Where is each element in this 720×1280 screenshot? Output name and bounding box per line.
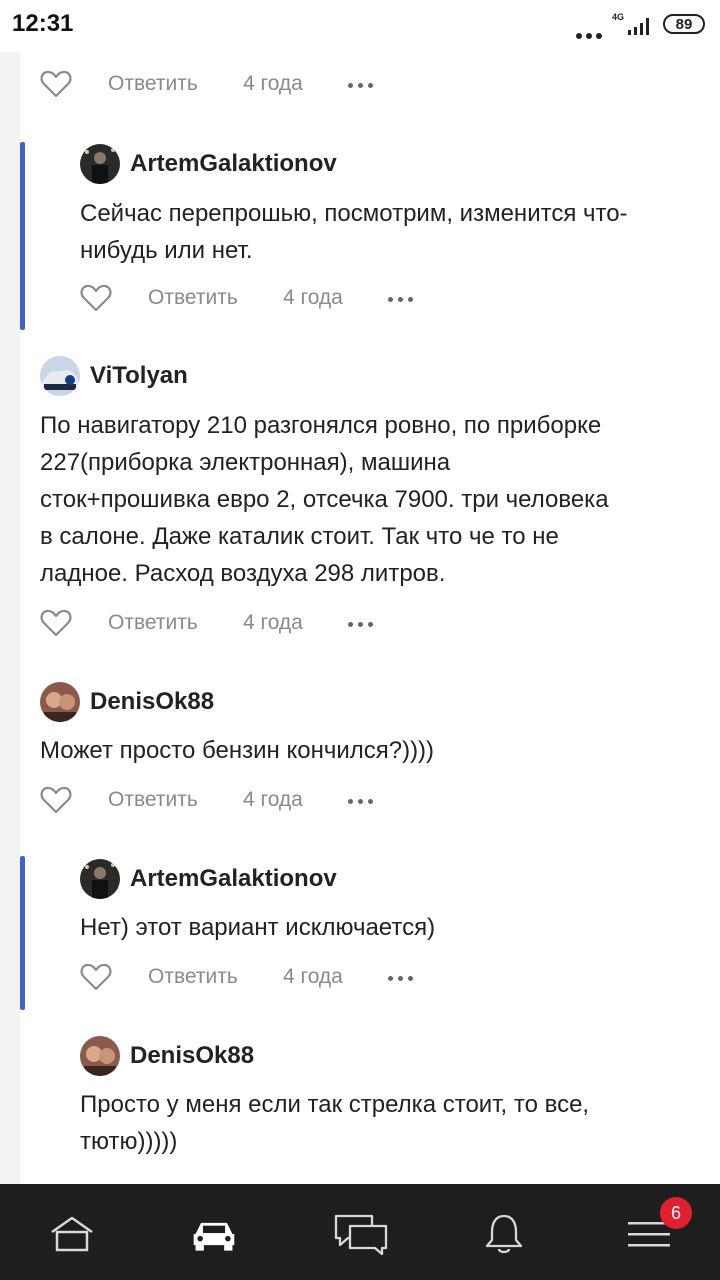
battery-indicator: 89 [663,14,705,34]
avatar[interactable] [80,859,120,899]
more-options-icon[interactable] [388,289,418,307]
notification-badge: 6 [660,1197,692,1229]
comment-actions: Ответить 4 года [40,603,378,643]
comment-text: Просто у меня если так стрелка стоит, то… [80,1091,590,1155]
avatar[interactable] [80,1036,120,1076]
username[interactable]: DenisOk88 [130,1042,254,1070]
comment-age: 4 года [243,72,303,95]
comment-age: 4 года [243,611,303,634]
comment-author[interactable]: ViTolyan [40,356,188,396]
reply-thread-indicator [20,142,25,330]
comment-actions: Ответить 4 года [80,278,418,318]
comment-author[interactable]: ArtemGalaktionov [80,859,337,899]
more-options-icon[interactable] [348,791,378,809]
comment-author[interactable]: DenisOk88 [40,682,214,722]
bottom-navigation [0,1184,720,1280]
comments-feed[interactable]: Ответить 4 года ArtemGalaktionov Сейчас … [0,52,720,1184]
comment-text: По навигатору 210 разгонялся ровно, по п… [40,412,609,587]
like-heart-icon[interactable] [40,609,72,637]
more-options-icon[interactable] [348,75,378,93]
comment-age: 4 года [283,965,343,988]
comment-age: 4 года [243,788,303,811]
home-icon[interactable] [48,1212,96,1256]
status-bar: 12:31 4G 89 [0,0,720,52]
like-heart-icon[interactable] [40,786,72,814]
network-type: 4G [612,12,625,22]
username[interactable]: ArtemGalaktionov [130,150,337,178]
comment-actions: Ответить 4 года [40,64,378,104]
comment-age: 4 года [283,286,343,309]
comment-text: Сейчас перепрошью, посмотрим, изменится … [80,200,628,264]
comment-text: Может просто бензин кончился?)))) [40,737,435,764]
like-heart-icon[interactable] [80,963,112,991]
messages-icon[interactable] [334,1212,388,1256]
comment-author[interactable]: DenisOk88 [80,1036,254,1076]
username[interactable]: ArtemGalaktionov [130,865,337,893]
car-icon[interactable] [190,1212,238,1256]
clock: 12:31 [12,10,74,37]
more-status-icon [576,26,606,44]
comment-author[interactable]: ArtemGalaktionov [80,144,337,184]
comment-text: Нет) этот вариант исключается) [80,914,436,941]
signal-icon [628,18,649,35]
bell-icon[interactable] [480,1212,528,1256]
comment-actions: Ответить 4 года [80,957,418,997]
comments-card: Ответить 4 года ArtemGalaktionov Сейчас … [20,52,720,1184]
more-options-icon[interactable] [348,614,378,632]
more-options-icon[interactable] [388,968,418,986]
like-heart-icon[interactable] [40,70,72,98]
reply-button[interactable]: Ответить [108,611,243,635]
username[interactable]: DenisOk88 [90,688,214,716]
reply-button[interactable]: Ответить [108,788,243,812]
reply-button[interactable]: Ответить [148,286,283,310]
avatar[interactable] [40,356,80,396]
like-heart-icon[interactable] [80,284,112,312]
reply-button[interactable]: Ответить [108,72,243,96]
reply-button[interactable]: Ответить [148,965,283,989]
comment-actions: Ответить 4 года [40,780,378,820]
avatar[interactable] [40,682,80,722]
avatar[interactable] [80,144,120,184]
reply-thread-indicator [20,856,25,1010]
username[interactable]: ViTolyan [90,362,188,390]
